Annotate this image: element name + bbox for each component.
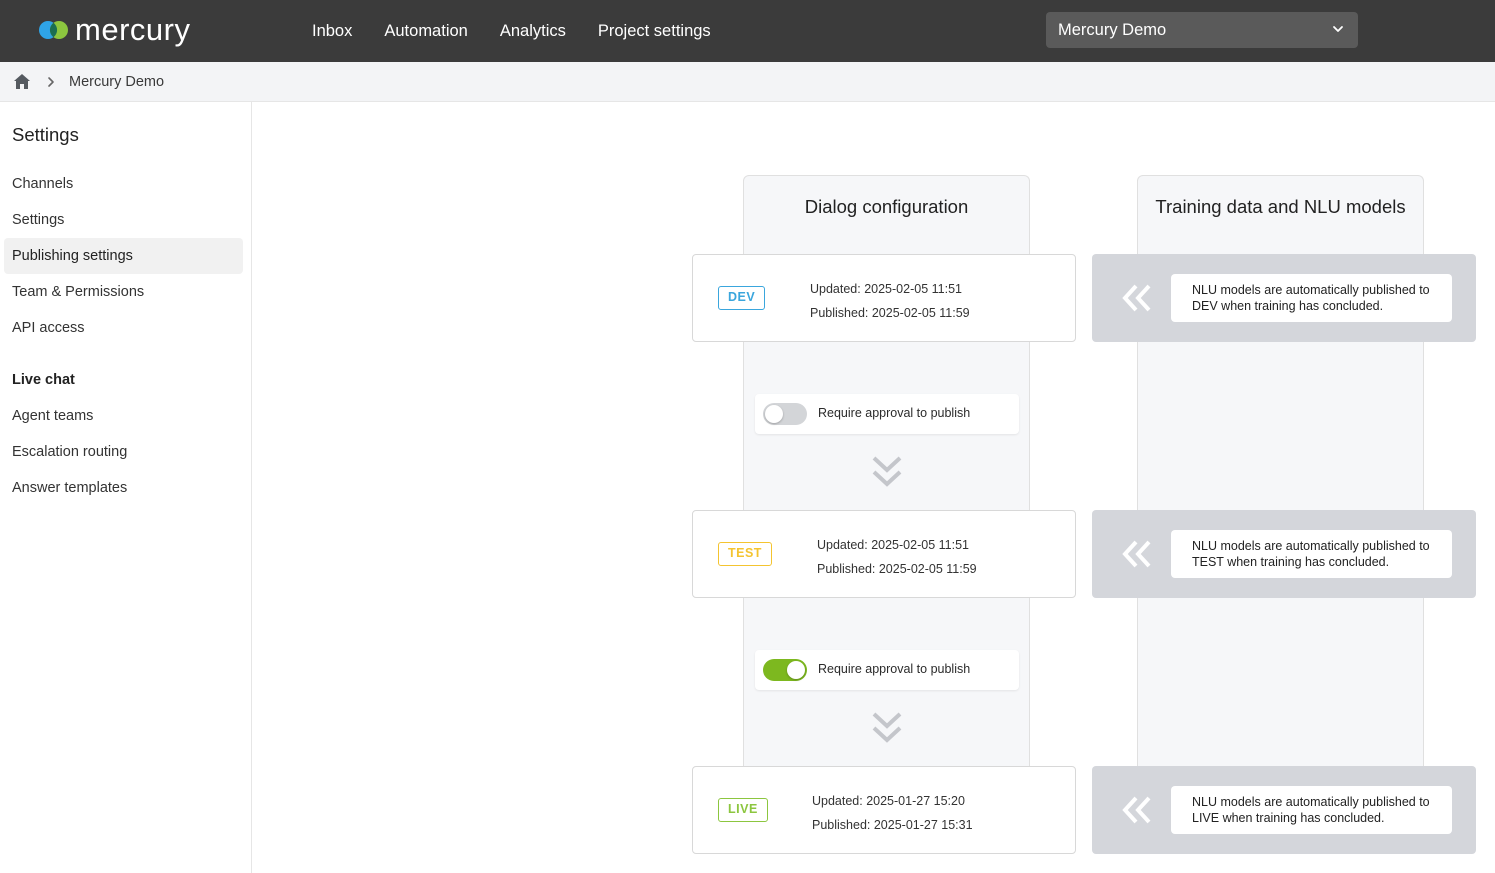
env-published: Published: 2025-02-05 11:59 — [817, 562, 977, 576]
toggle-knob — [765, 405, 783, 423]
nlu-card-dev: NLU models are automatically published t… — [1092, 254, 1476, 342]
double-chevron-left-icon — [1122, 540, 1151, 568]
nlu-message-line: LIVE when training has concluded. — [1192, 811, 1385, 825]
chevron-right-icon — [47, 76, 55, 88]
nlu-message-line: NLU models are automatically published t… — [1192, 795, 1430, 809]
env-badge-live: LIVE — [718, 798, 768, 822]
nlu-message-live: NLU models are automatically published t… — [1171, 786, 1452, 834]
sidebar-title: Settings — [12, 124, 79, 145]
mercury-logo[interactable]: mercury — [38, 13, 190, 47]
breadcrumb-current[interactable]: Mercury Demo — [69, 74, 164, 90]
logo-text: mercury — [75, 12, 191, 47]
env-card-test: TEST Updated: 2025-02-05 11:51 Published… — [692, 510, 1076, 598]
double-chevron-left-icon — [1122, 796, 1151, 824]
nlu-message-line: NLU models are automatically published t… — [1192, 283, 1430, 297]
sidebar-item-escalation-routing[interactable]: Escalation routing — [4, 434, 243, 470]
sidebar-item-channels[interactable]: Channels — [4, 166, 243, 202]
env-published: Published: 2025-01-27 15:31 — [812, 818, 973, 832]
env-badge-dev: DEV — [718, 286, 766, 310]
sidebar-item-settings[interactable]: Settings — [4, 202, 243, 238]
sidebar-item-publishing-settings[interactable]: Publishing settings — [4, 238, 243, 274]
nav-analytics[interactable]: Analytics — [500, 22, 566, 41]
toggle-knob — [787, 661, 805, 679]
sidebar-item-api-access[interactable]: API access — [4, 310, 243, 346]
nlu-message-line: NLU models are automatically published t… — [1192, 539, 1430, 553]
double-chevron-left-icon — [1122, 284, 1151, 312]
chevron-down-icon — [1333, 26, 1343, 32]
approval-setting-test-to-live: Require approval to publish — [755, 650, 1019, 690]
env-published: Published: 2025-02-05 11:59 — [810, 306, 970, 320]
double-chevron-down-icon — [872, 456, 902, 487]
require-approval-toggle[interactable] — [763, 403, 807, 425]
nlu-card-test: NLU models are automatically published t… — [1092, 510, 1476, 598]
nlu-card-live: NLU models are automatically published t… — [1092, 766, 1476, 854]
sidebar-item-team-permissions[interactable]: Team & Permissions — [4, 274, 243, 310]
breadcrumb: Mercury Demo — [0, 62, 1495, 102]
env-times-test: Updated: 2025-02-05 11:51 Published: 202… — [817, 533, 977, 581]
top-navigation-bar: mercury Inbox Automation Analytics Proje… — [0, 0, 1495, 62]
nlu-message-test: NLU models are automatically published t… — [1171, 530, 1452, 578]
mercury-logo-icon — [39, 21, 68, 39]
home-icon[interactable] — [13, 73, 31, 90]
sidebar-item-agent-teams[interactable]: Agent teams — [4, 398, 243, 434]
env-updated: Updated: 2025-02-05 11:51 — [810, 282, 962, 296]
env-times-live: Updated: 2025-01-27 15:20 Published: 202… — [812, 789, 973, 837]
double-chevron-down-icon — [872, 712, 902, 743]
env-times-dev: Updated: 2025-02-05 11:51 Published: 202… — [810, 277, 970, 325]
env-updated: Updated: 2025-02-05 11:51 — [817, 538, 969, 552]
nlu-message-line: TEST when training has concluded. — [1192, 555, 1390, 569]
sidebar-section-live-chat: Live chat — [12, 372, 75, 388]
env-card-dev: DEV Updated: 2025-02-05 11:51 Published:… — [692, 254, 1076, 342]
approval-setting-dev-to-test: Require approval to publish — [755, 394, 1019, 434]
require-approval-label: Require approval to publish — [818, 406, 971, 420]
project-selector-value: Mercury Demo — [1058, 20, 1167, 39]
sidebar-item-answer-templates[interactable]: Answer templates — [4, 470, 243, 506]
env-badge-test: TEST — [718, 542, 772, 566]
env-card-live: LIVE Updated: 2025-01-27 15:20 Published… — [692, 766, 1076, 854]
settings-sidebar: Settings Channels Settings Publishing se… — [0, 102, 252, 873]
nav-inbox[interactable]: Inbox — [312, 22, 352, 41]
main-nav: Inbox Automation Analytics Project setti… — [312, 0, 743, 62]
require-approval-label: Require approval to publish — [818, 662, 971, 676]
dialog-configuration-title: Dialog configuration — [804, 196, 969, 217]
nav-automation[interactable]: Automation — [384, 22, 467, 41]
env-updated: Updated: 2025-01-27 15:20 — [812, 794, 965, 808]
nlu-message-dev: NLU models are automatically published t… — [1171, 274, 1452, 322]
training-data-title: Training data and NLU models — [1155, 196, 1406, 217]
nlu-message-line: DEV when training has concluded. — [1192, 299, 1384, 313]
require-approval-toggle[interactable] — [763, 659, 807, 681]
nav-project-settings[interactable]: Project settings — [598, 22, 711, 41]
project-selector[interactable]: Mercury Demo — [1046, 12, 1358, 48]
